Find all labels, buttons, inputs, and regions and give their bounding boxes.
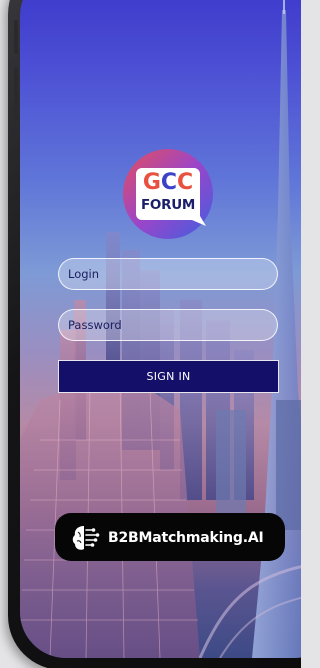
sign-in-button[interactable]: SIGN IN <box>58 360 279 393</box>
logo-letter-c: C <box>177 170 194 195</box>
phone-side-button <box>14 68 18 122</box>
logo-letter-c: C <box>160 170 178 195</box>
logo-forum-text: FORUM <box>141 197 195 213</box>
b2b-matchmaking-label: B2BMatchmaking.AI <box>108 530 264 546</box>
phone-screen: GCC FORUM SIGN IN <box>20 0 301 658</box>
logo-letter-g: G <box>142 170 161 195</box>
password-input[interactable] <box>58 309 278 341</box>
app-screenshot: GCC FORUM SIGN IN <box>0 0 301 668</box>
logo-gcc-text: GCC <box>122 172 214 194</box>
badge-speech-tail <box>270 545 284 561</box>
brain-circuit-icon <box>72 526 100 550</box>
login-input[interactable] <box>58 258 278 290</box>
phone-side-button <box>14 20 18 54</box>
gcc-forum-logo-text: GCC FORUM <box>122 148 214 240</box>
